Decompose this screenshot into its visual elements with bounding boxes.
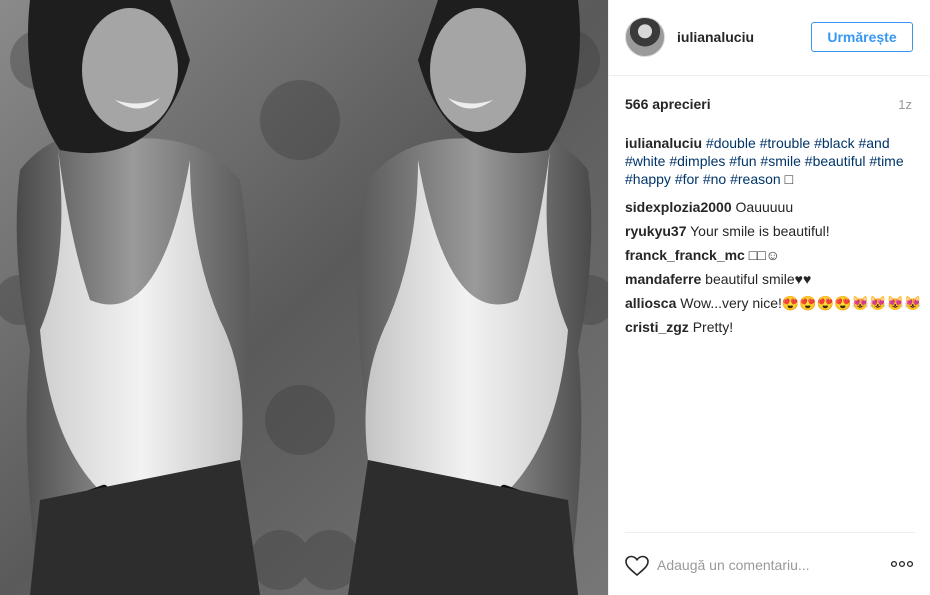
comment-row: ryukyu37 Your smile is beautiful! — [625, 222, 915, 240]
comments-list: iulianaluciu #double #trouble #black #an… — [625, 134, 921, 342]
comment-footer — [625, 532, 915, 582]
comment-row: sidexplozia2000 Oauuuuu — [625, 198, 915, 216]
hashtag-link[interactable]: #fun — [729, 153, 756, 169]
caption-trailing: □ — [784, 171, 794, 187]
hashtag-link[interactable]: #happy — [625, 171, 671, 187]
comment-row: franck_franck_mc □□☺ — [625, 246, 915, 264]
hashtag-link[interactable]: #beautiful — [805, 153, 866, 169]
post-image — [0, 0, 608, 595]
comment-text: Wow...very nice!😍😍😍😍😻😻😻😻 — [680, 295, 922, 311]
caption: iulianaluciu #double #trouble #black #an… — [625, 134, 915, 188]
comment-row: cristi_zgz Pretty! — [625, 318, 915, 336]
post-sidebar: iulianaluciu Urmărește 566 aprecieri 1z … — [608, 0, 930, 595]
post-time[interactable]: 1z — [898, 97, 912, 112]
hashtag-link[interactable]: #no — [703, 171, 726, 187]
follow-button[interactable]: Urmărește — [811, 22, 913, 52]
comment-text: beautiful smile♥♥ — [705, 271, 812, 287]
comment-text: □□☺ — [748, 247, 780, 263]
comment-text: Your smile is beautiful! — [690, 223, 830, 239]
post-header: iulianaluciu Urmărește — [609, 0, 930, 76]
comment-username[interactable]: cristi_zgz — [625, 319, 689, 335]
heart-icon[interactable] — [625, 555, 649, 577]
post-photo[interactable] — [0, 0, 608, 595]
comment-row: alliosca Wow...very nice!😍😍😍😍😻😻😻😻 — [625, 294, 921, 312]
comment-input[interactable] — [657, 551, 877, 579]
more-options-icon[interactable] — [891, 557, 913, 571]
hashtag-link[interactable]: #reason — [730, 171, 781, 187]
comment-username[interactable]: mandaferre — [625, 271, 701, 287]
comment-row: mandaferre beautiful smile♥♥ — [625, 270, 915, 288]
comment-username[interactable]: franck_franck_mc — [625, 247, 745, 263]
hashtag-link[interactable]: #black — [814, 135, 854, 151]
avatar[interactable] — [625, 17, 665, 57]
hashtag-link[interactable]: #and — [858, 135, 889, 151]
comment-text: Oauuuuu — [735, 199, 794, 215]
hashtag-link[interactable]: #time — [869, 153, 903, 169]
hashtag-link[interactable]: #dimples — [669, 153, 725, 169]
caption-username[interactable]: iulianaluciu — [625, 135, 702, 151]
likes-count[interactable]: 566 aprecieri — [625, 96, 711, 112]
comment-username[interactable]: sidexplozia2000 — [625, 199, 732, 215]
comment-text: Pretty! — [692, 319, 734, 335]
hashtag-link[interactable]: #white — [625, 153, 665, 169]
comment-username[interactable]: ryukyu37 — [625, 223, 686, 239]
comment-username[interactable]: alliosca — [625, 295, 676, 311]
hashtag-link[interactable]: #for — [675, 171, 699, 187]
hashtag-link[interactable]: #trouble — [760, 135, 811, 151]
hashtag-link[interactable]: #smile — [760, 153, 800, 169]
hashtag-link[interactable]: #double — [706, 135, 756, 151]
header-username[interactable]: iulianaluciu — [677, 29, 754, 45]
